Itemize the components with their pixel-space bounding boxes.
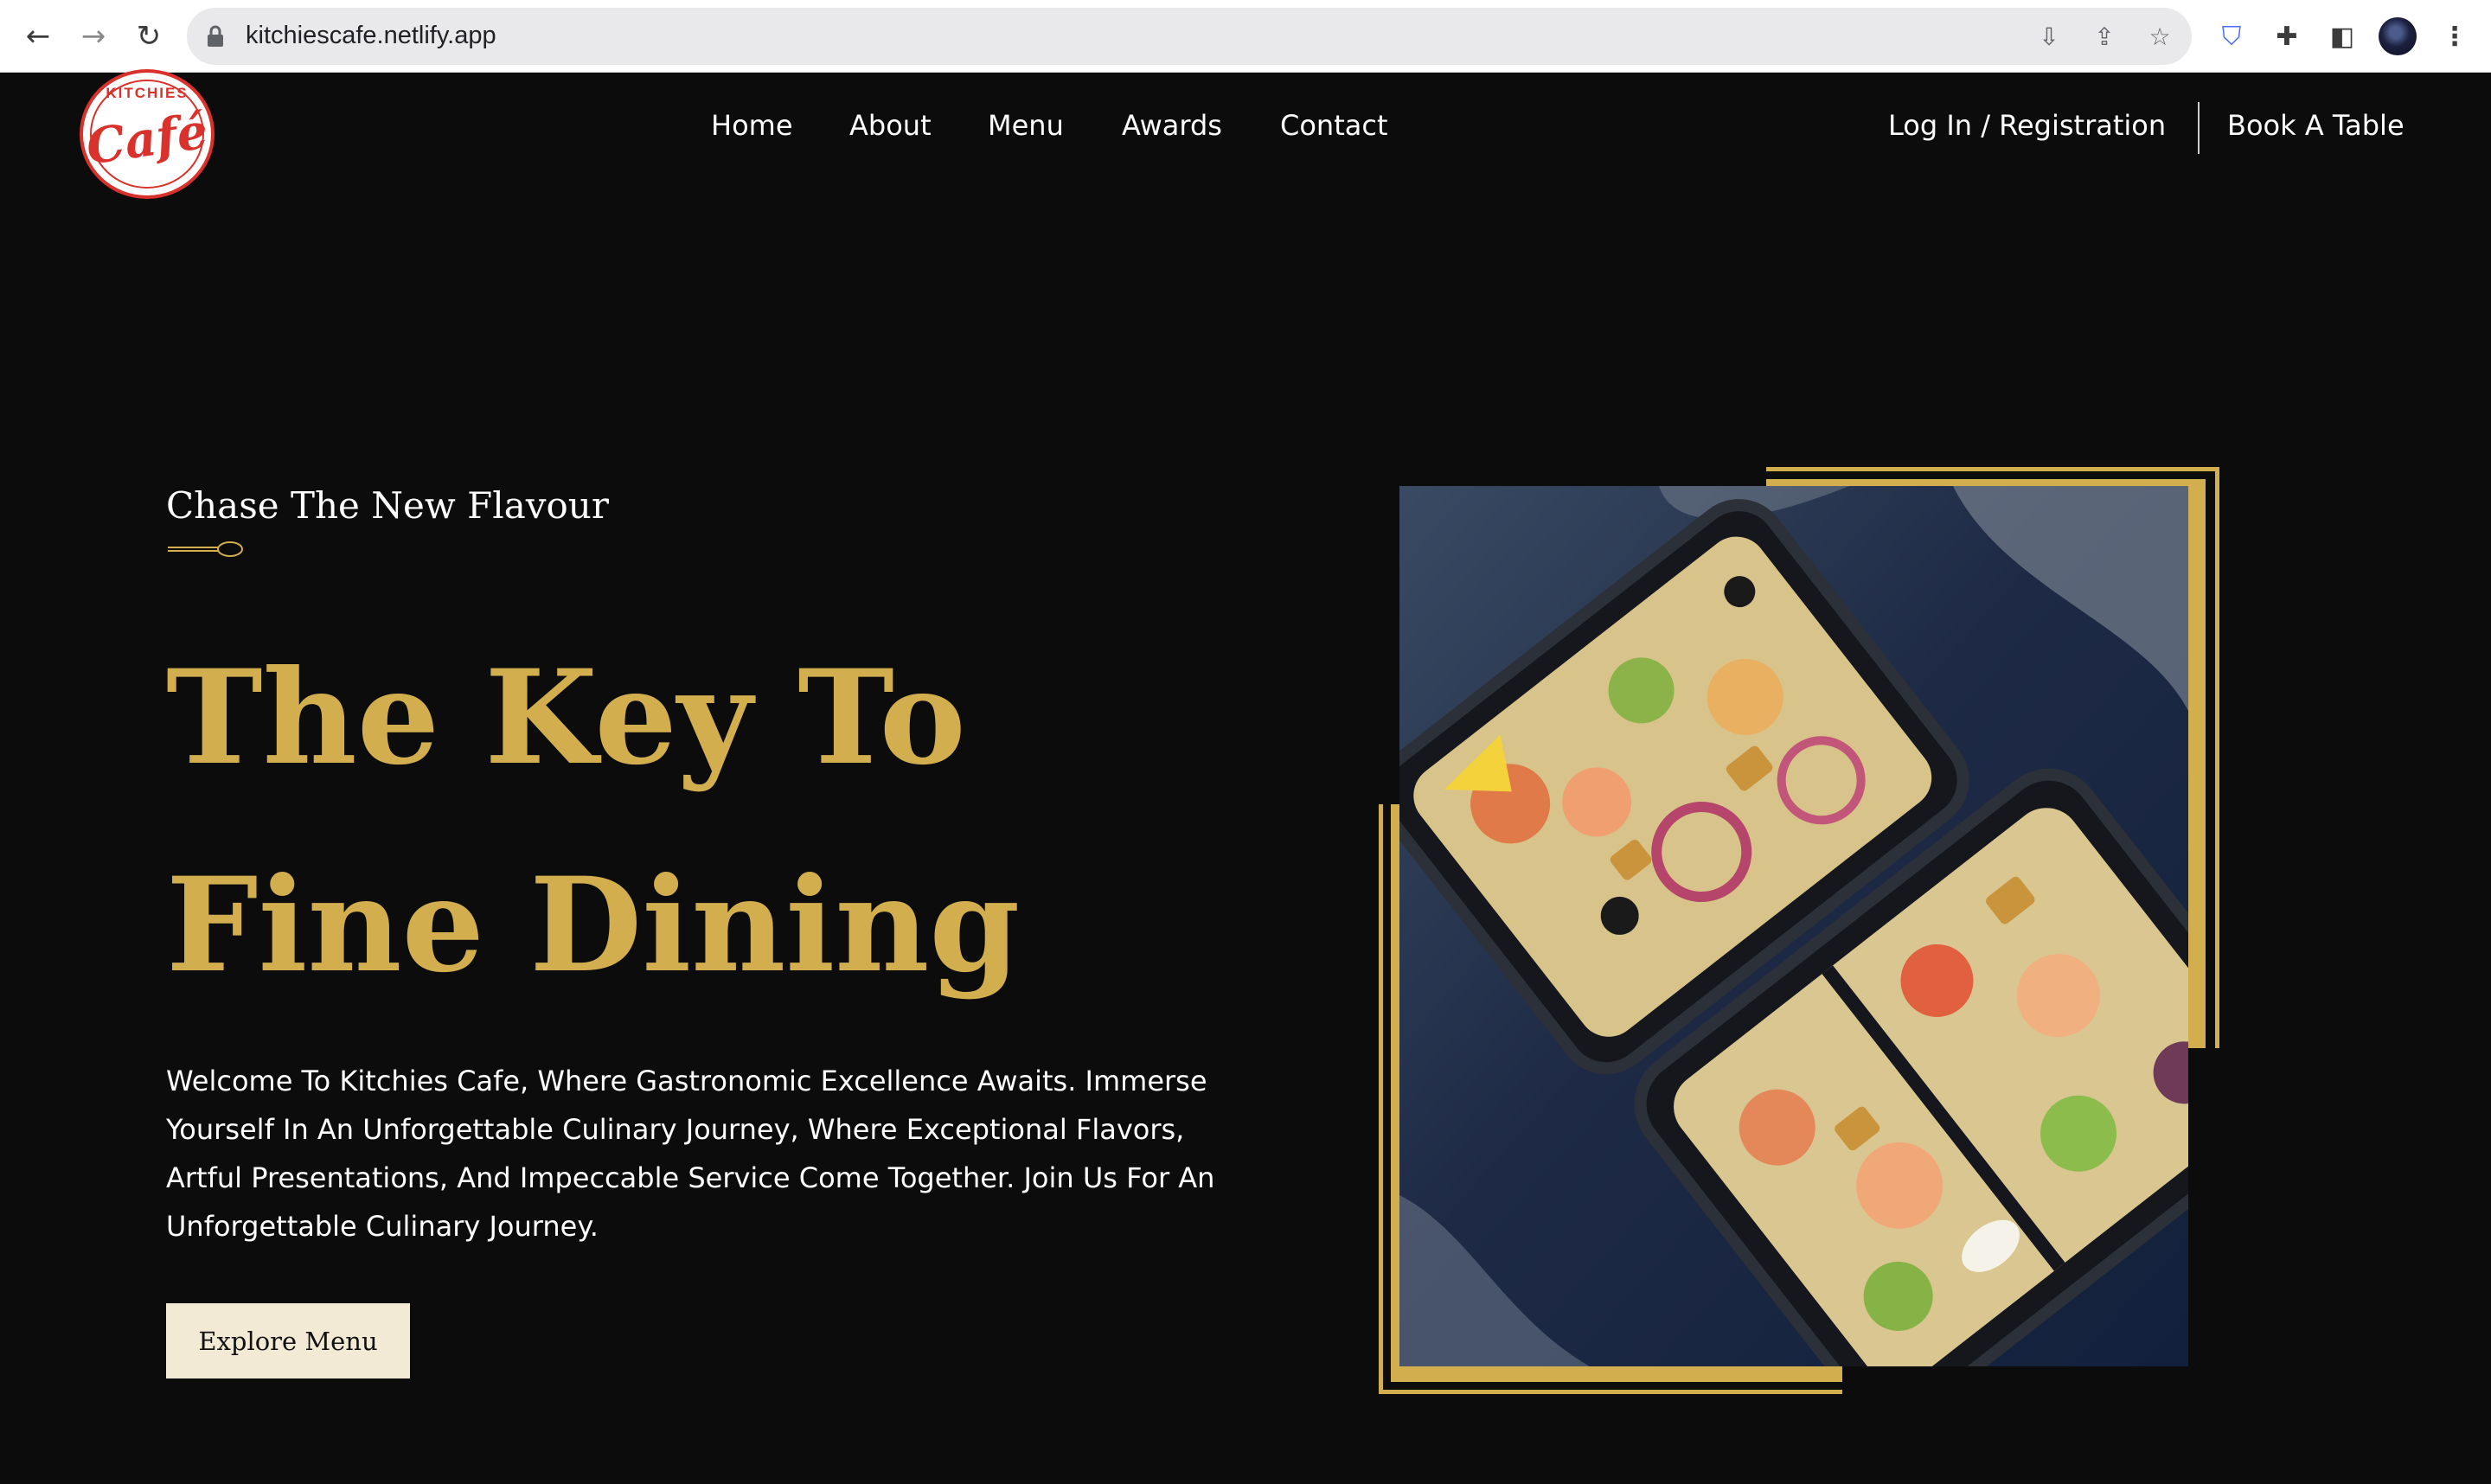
lock-icon: [208, 25, 223, 47]
headline-line-1: The Key To: [166, 642, 966, 794]
nav-contact[interactable]: Contact: [1280, 109, 1388, 142]
shield-icon[interactable]: ⛉: [2214, 19, 2249, 54]
reload-icon[interactable]: ↻: [128, 16, 170, 57]
nav-home[interactable]: Home: [711, 109, 793, 142]
nav-divider: [2198, 102, 2200, 154]
nav-about[interactable]: About: [849, 109, 932, 142]
headline-line-2: Fine Dining: [166, 849, 1021, 1001]
forward-arrow-icon[interactable]: →: [73, 16, 114, 57]
browser-toolbar: ← → ↻ kitchiescafe.netlify.app ⇩ ⇪ ☆ ⛉ ✚…: [0, 0, 2491, 73]
puzzle-icon[interactable]: ✚: [2270, 19, 2304, 54]
address-bar[interactable]: kitchiescafe.netlify.app ⇩ ⇪ ☆: [187, 8, 2192, 65]
install-app-icon[interactable]: ⇩: [2034, 22, 2064, 51]
kebab-menu-icon[interactable]: ⋮: [2437, 19, 2472, 54]
book-table-link[interactable]: Book A Table: [2227, 109, 2405, 142]
hero-headline: The Key To Fine Dining: [166, 614, 1020, 1029]
profile-avatar[interactable]: [2379, 17, 2417, 55]
share-icon[interactable]: ⇪: [2090, 22, 2119, 51]
logo-top-text: KITCHIES: [106, 85, 189, 101]
nav-menu[interactable]: Menu: [988, 109, 1064, 142]
nav-awards[interactable]: Awards: [1122, 109, 1222, 142]
main-navigation: Home About Menu Awards Contact Log In / …: [0, 109, 2491, 152]
hero-eyebrow: Chase The New Flavour: [166, 484, 609, 527]
side-panel-icon[interactable]: ◧: [2325, 19, 2360, 54]
login-registration-link[interactable]: Log In / Registration: [1888, 109, 2166, 142]
back-arrow-icon[interactable]: ←: [17, 16, 59, 57]
star-icon[interactable]: ☆: [2145, 22, 2174, 51]
url-text[interactable]: kitchiescafe.netlify.app: [246, 22, 496, 50]
hero-description: Welcome To Kitchies Cafe, Where Gastrono…: [166, 1065, 1215, 1243]
salad-containers-image: [1399, 486, 2188, 1366]
explore-menu-button[interactable]: Explore Menu: [166, 1303, 410, 1378]
spoon-icon: [168, 541, 243, 557]
